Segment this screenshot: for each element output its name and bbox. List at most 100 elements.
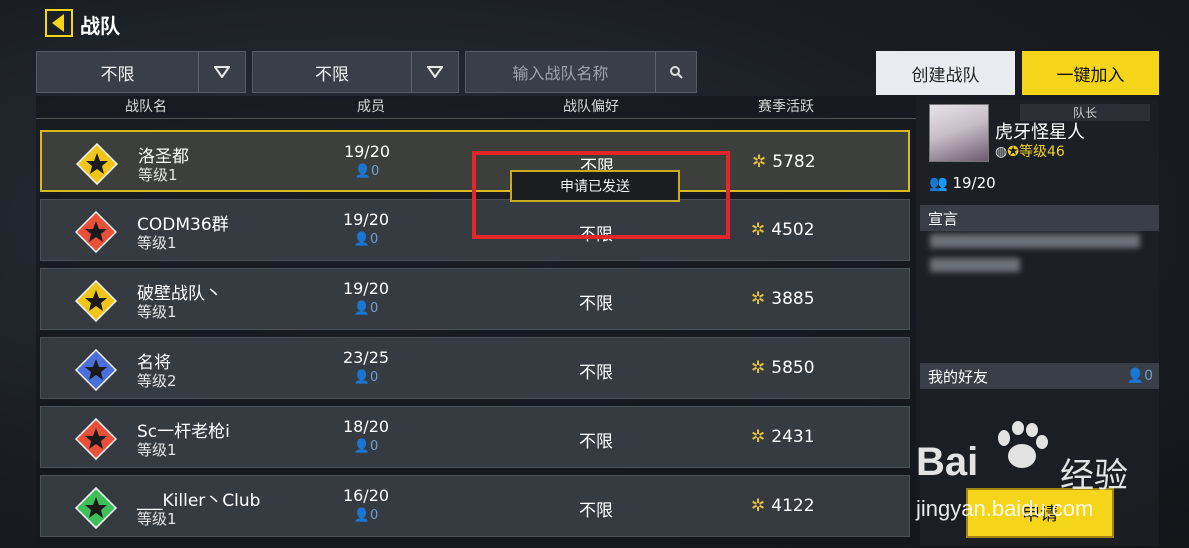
team-members: 23/25: [342, 348, 390, 367]
star-icon: ✲: [751, 289, 766, 309]
column-header-preference: 战队偏好: [563, 99, 619, 115]
activity-value: 4122: [771, 496, 815, 516]
captain-level-text: 等级46: [1018, 144, 1065, 160]
star-icon: ✲: [751, 220, 766, 240]
back-button[interactable]: [44, 8, 74, 38]
team-preference: 不限: [579, 501, 613, 521]
pending-count-text: 0: [369, 301, 379, 316]
team-level: 等级2: [137, 372, 177, 390]
chevron-down-icon: [198, 52, 245, 92]
rank-icon: ◍: [995, 144, 1008, 160]
quick-join-button[interactable]: 一键加入: [1022, 51, 1159, 95]
team-preference: 不限: [579, 294, 613, 314]
team-level: 等级1: [137, 510, 177, 528]
team-row[interactable]: Sc一杆老枪i 等级1 18/20 👤0 不限 ✲ 2431: [40, 406, 910, 468]
pending-count-text: 0: [369, 232, 379, 247]
captain-member-count: 👥 19/20: [929, 174, 996, 192]
search-input[interactable]: 输入战队名称: [466, 60, 655, 84]
person-icon: 👤: [353, 232, 370, 247]
season-activity: ✲ 4122: [751, 496, 815, 516]
activity-value: 5782: [772, 152, 816, 172]
captain-level: ◍✪等级46: [995, 141, 1065, 161]
pending-count: 👤0: [321, 370, 411, 385]
manifesto-title: 宣言: [920, 205, 1159, 231]
team-members: 16/20: [342, 486, 390, 505]
avatar: [929, 104, 989, 162]
star-icon: ✲: [751, 496, 766, 516]
pending-count-text: 0: [369, 370, 379, 385]
team-members: 18/20: [342, 417, 390, 436]
person-icon: 👤: [353, 439, 370, 454]
season-activity: ✲ 5850: [751, 358, 815, 378]
friends-title: 我的好友: [920, 363, 1159, 389]
team-row[interactable]: 名将 等级2 23/25 👤0 不限 ✲ 5850: [40, 337, 910, 399]
team-members: 19/20: [342, 210, 390, 229]
team-members: 19/20: [343, 142, 391, 161]
season-activity: ✲ 5782: [752, 152, 816, 172]
create-team-button[interactable]: 创建战队: [876, 51, 1015, 95]
person-icon: 👤: [353, 301, 370, 316]
team-emblem-icon: [75, 487, 117, 529]
filter-dropdown-2[interactable]: 不限: [252, 51, 459, 93]
team-row[interactable]: 破壁战队丶 等级1 19/20 👤0 不限 ✲ 3885: [40, 268, 910, 330]
star-icon: ✪: [1007, 144, 1019, 160]
pending-count: 👤0: [321, 301, 411, 316]
pending-count: 👤0: [322, 164, 412, 179]
search-field[interactable]: 输入战队名称: [465, 51, 697, 93]
pending-count-text: 0: [370, 164, 380, 179]
members-icon: 👥: [929, 174, 948, 192]
paw-icon: [998, 421, 1048, 468]
activity-value: 3885: [771, 289, 815, 309]
team-emblem-icon: [75, 211, 117, 253]
friends-count: 👤0: [1127, 368, 1153, 384]
team-emblem-icon: [76, 143, 118, 185]
pending-count: 👤0: [321, 439, 411, 454]
team-preference: 不限: [579, 363, 613, 383]
watermark-url: jingyan.baidu.com: [916, 496, 1094, 521]
team-emblem-icon: [75, 418, 117, 460]
filter-dropdown-1[interactable]: 不限: [36, 51, 246, 93]
person-icon: 👤: [353, 370, 370, 385]
pending-count-text: 0: [369, 439, 379, 454]
watermark-logo: Bai: [916, 440, 979, 484]
pending-count: 👤0: [321, 232, 411, 247]
star-icon: ✲: [751, 358, 766, 378]
back-arrow-icon: [45, 9, 73, 37]
season-activity: ✲ 4502: [751, 220, 815, 240]
highlight-box: [472, 151, 730, 239]
person-icon: 👤: [354, 164, 371, 179]
friends-count-text: 0: [1144, 368, 1153, 384]
activity-value: 4502: [771, 220, 815, 240]
page-title: 战队: [80, 14, 120, 38]
team-emblem-icon: [75, 349, 117, 391]
person-icon: 👤: [353, 508, 370, 523]
team-level: 等级1: [138, 166, 178, 184]
manifesto-text: [930, 234, 1140, 248]
filter-value: 不限: [100, 64, 135, 85]
friends-icon: 👤: [1126, 368, 1145, 384]
filter-value: 不限: [315, 64, 349, 85]
column-header-name: 战队名: [125, 99, 167, 115]
team-level: 等级1: [137, 234, 177, 252]
search-icon[interactable]: [655, 52, 696, 92]
team-level: 等级1: [137, 441, 177, 459]
watermark-text: 经验: [1060, 456, 1128, 496]
star-icon: ✲: [752, 152, 767, 172]
pending-count-text: 0: [369, 508, 379, 523]
column-header-activity: 赛季活跃: [758, 99, 814, 115]
star-icon: ✲: [751, 427, 766, 447]
season-activity: ✲ 2431: [751, 427, 815, 447]
activity-value: 2431: [771, 427, 815, 447]
column-header-members: 成员: [357, 99, 385, 115]
team-preference: 不限: [579, 432, 613, 452]
member-count-text: 19/20: [952, 174, 996, 192]
season-activity: ✲ 3885: [751, 289, 815, 309]
activity-value: 5850: [771, 358, 815, 378]
header-divider: [36, 118, 916, 119]
chevron-down-icon: [411, 52, 458, 92]
team-row[interactable]: ___Killer丶Club 等级1 16/20 👤0 不限 ✲ 4122: [40, 475, 910, 537]
manifesto-text: [930, 258, 1020, 272]
team-level: 等级1: [137, 303, 177, 321]
pending-count: 👤0: [321, 508, 411, 523]
team-members: 19/20: [342, 279, 390, 298]
